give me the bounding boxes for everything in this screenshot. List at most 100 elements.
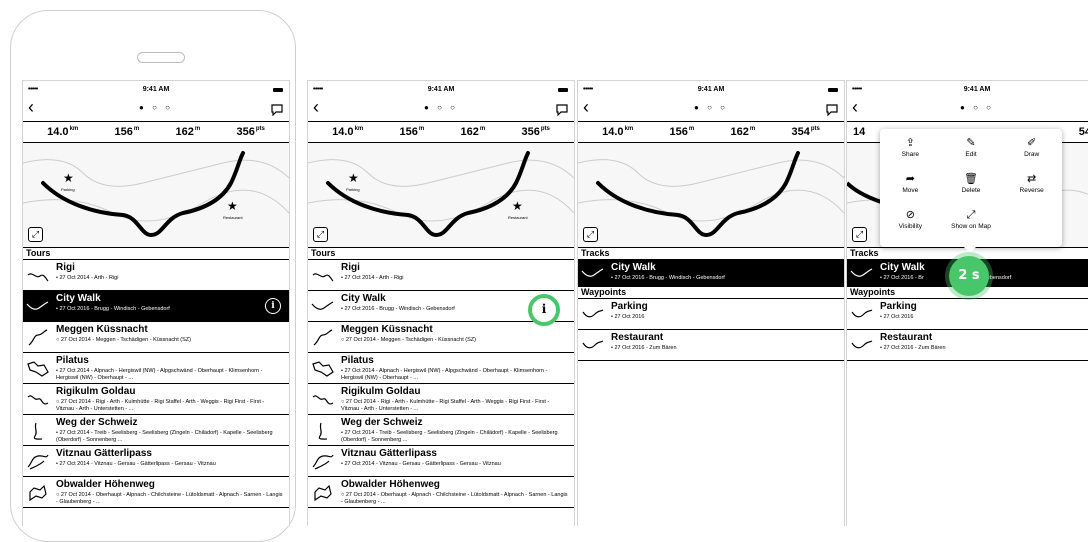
map-label-parking: Parking	[61, 187, 75, 192]
route-icon	[26, 301, 49, 310]
status-time: 9:41 AM	[963, 86, 991, 93]
tracks-header: Tracks	[578, 248, 844, 260]
page-dots[interactable]: ● ○ ○	[308, 103, 574, 112]
stat-points: 356pts	[521, 126, 550, 138]
list-item[interactable]: Pilatus • 27 Oct 2014 - Alpnach - Hergis…	[23, 353, 289, 384]
status-bar: ••••• 9:41 AM	[308, 81, 574, 99]
route-icon	[313, 329, 333, 346]
stat-descent: 162m	[460, 126, 486, 138]
stats-bar: 14.0km 156m 162m 354pts	[578, 121, 844, 143]
list-item[interactable]: Obwalder Höhenweg ○ 27 Oct 2014 - Oberha…	[23, 477, 289, 508]
route-icon	[27, 361, 49, 377]
list-item[interactable]: Weg der Schweiz • 27 Oct 2014 - Treib - …	[23, 415, 289, 446]
page-dots[interactable]: ● ○ ○	[578, 103, 844, 112]
route-icon	[27, 273, 49, 282]
long-press-timer-badge: 2 s	[949, 256, 989, 296]
track-item-selected[interactable]: City Walk • 27 Oct 2016 - Brugg - Windis…	[578, 260, 844, 287]
screen-track-detail: ••••• 9:41 AM ‹ ● ○ ○ 14.0km 156m 162m 3…	[577, 80, 845, 526]
stat-points: 54pts	[1078, 126, 1088, 138]
battery-icon	[558, 88, 568, 92]
list-item[interactable]: Rigi • 27 Oct 2014 - Arth - Rigi	[23, 260, 289, 291]
context-menu-popup: ⇪ Share ✎ Edit ✐ Draw ➦ Move 🗑 Delete ⇄ Revers…	[880, 129, 1062, 253]
list-item[interactable]: Pilatus • 27 Oct 2014 - Alpnach - Hergis…	[308, 353, 574, 384]
route-icon	[27, 395, 49, 405]
stats-bar: 14.0km 156m 162m 356pts	[23, 121, 289, 143]
stat-distance: 14.0km	[332, 126, 364, 138]
list-item-selected[interactable]: City Walk • 27 Oct 2016 - Brugg - Windis…	[23, 291, 289, 322]
route-icon	[312, 395, 334, 405]
status-bar: ••••• 9:41 AM	[847, 81, 1088, 99]
chat-icon[interactable]	[556, 103, 568, 121]
move-action[interactable]: ➦ Move	[880, 171, 941, 204]
stat-points: 356pts	[236, 126, 265, 138]
share-icon: ⇪	[905, 137, 915, 149]
restaurant-star-icon[interactable]: ★	[227, 199, 238, 213]
map-view[interactable]: ★ Parking ★ Restaurant ⤢	[23, 143, 289, 248]
waypoint-icon	[582, 309, 604, 318]
visibility-icon: ⊘	[905, 209, 915, 221]
list-item[interactable]: Vitznau Gätterlipass • 27 Oct 2014 - Vit…	[23, 446, 289, 477]
draw-action[interactable]: ✐ Draw	[1001, 135, 1062, 168]
nav-bar: ‹ ● ○ ○	[23, 97, 289, 121]
stat-descent: 162m	[175, 126, 201, 138]
list-item[interactable]: Rigi • 27 Oct 2014 - Arth - Rigi	[308, 260, 574, 291]
tours-header: Tours	[308, 248, 574, 260]
battery-icon	[273, 88, 283, 92]
stat-ascent: 156m	[114, 126, 140, 138]
map-label-restaurant: Restaurant	[223, 215, 243, 220]
stat-distance: 14	[853, 126, 866, 138]
route-icon	[581, 268, 604, 277]
expand-map-icon[interactable]: ⤢	[313, 227, 328, 242]
expand-map-icon[interactable]: ⤢	[583, 227, 598, 242]
route-icon	[314, 484, 332, 502]
map-view[interactable]: ★ Parking ★ Restaurant ⤢	[308, 143, 574, 248]
share-action[interactable]: ⇪ Share	[880, 135, 941, 168]
waypoint-item[interactable]: Parking • 27 Oct 2016	[847, 299, 1088, 330]
status-bar: ••••• 9:41 AM	[578, 81, 844, 99]
edit-action[interactable]: ✎ Edit	[941, 135, 1002, 168]
visibility-action[interactable]: ⊘ Visibility	[880, 207, 941, 240]
nav-bar: ‹ ● ○ ○	[847, 97, 1088, 121]
status-bar: ••••• 9:41 AM	[23, 81, 289, 99]
nav-bar: ‹ ● ○ ○	[308, 97, 574, 121]
page-dots[interactable]: ● ○ ○	[23, 103, 289, 112]
reverse-action[interactable]: ⇄ Reverse	[1001, 171, 1062, 204]
tours-header: Tours	[23, 248, 289, 260]
stat-ascent: 156m	[669, 126, 695, 138]
list-item[interactable]: Obwalder Höhenweg ○ 27 Oct 2014 - Oberha…	[308, 477, 574, 508]
speaker	[137, 52, 185, 63]
info-icon[interactable]: i	[265, 298, 281, 314]
map-view[interactable]: ⤢	[578, 143, 844, 248]
page-dots[interactable]: ● ○ ○	[847, 103, 1088, 112]
waypoint-item[interactable]: Parking • 27 Oct 2016	[578, 299, 844, 330]
map-label-parking: Parking	[346, 187, 360, 192]
route-icon	[312, 361, 334, 377]
list-item[interactable]: Weg der Schweiz • 27 Oct 2014 - Treib - …	[308, 415, 574, 446]
list-item[interactable]: Meggen Küssnacht ○ 27 Oct 2014 - Meggen …	[23, 322, 289, 353]
parking-star-icon[interactable]: ★	[348, 171, 359, 185]
route-icon	[33, 422, 43, 440]
nav-bar: ‹ ● ○ ○	[578, 97, 844, 121]
show-on-map-action[interactable]: ⤢ Show on Map	[941, 207, 1002, 240]
delete-action[interactable]: 🗑 Delete	[941, 171, 1002, 204]
expand-map-icon[interactable]: ⤢	[852, 227, 867, 242]
list-item[interactable]: Rigikulm Goldau ○ 27 Oct 2014 - Rigi - A…	[308, 384, 574, 415]
expand-map-icon[interactable]: ⤢	[28, 227, 43, 242]
info-icon-highlighted[interactable]: i	[528, 294, 560, 326]
restaurant-star-icon[interactable]: ★	[512, 199, 523, 213]
list-item[interactable]: Meggen Küssnacht ○ 27 Oct 2014 - Meggen …	[308, 322, 574, 353]
chat-icon[interactable]	[271, 103, 283, 121]
chat-icon[interactable]	[826, 103, 838, 121]
delete-icon: 🗑	[964, 173, 978, 185]
waypoint-icon	[582, 340, 604, 349]
waypoint-item[interactable]: Restaurant • 27 Oct 2016 - Zum Bären	[578, 330, 844, 361]
stat-ascent: 156m	[399, 126, 425, 138]
list-item[interactable]: Rigikulm Goldau ○ 27 Oct 2014 - Rigi - A…	[23, 384, 289, 415]
list-item[interactable]: Vitznau Gätterlipass • 27 Oct 2014 - Vit…	[308, 446, 574, 477]
edit-icon: ✎	[966, 137, 976, 149]
waypoint-item[interactable]: Restaurant • 27 Oct 2016 - Zum Bären	[847, 330, 1088, 361]
waypoint-icon	[851, 309, 873, 318]
parking-star-icon[interactable]: ★	[63, 171, 74, 185]
show-on-map-icon: ⤢	[966, 209, 976, 221]
waypoints-header: Waypoints	[578, 287, 844, 299]
